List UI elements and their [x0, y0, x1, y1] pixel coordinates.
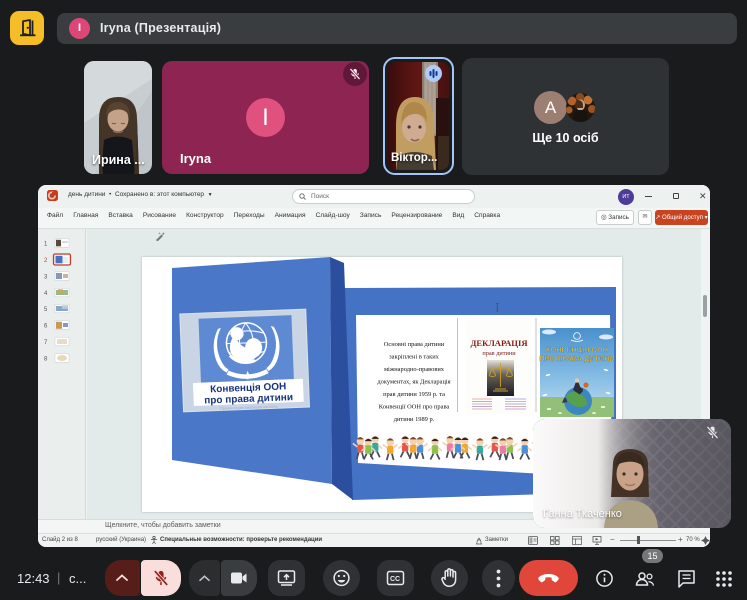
svg-text:міжнародно-правових: міжнародно-правових [384, 366, 445, 373]
svg-text:ПРО ПРАВА ДИТИНИ: ПРО ПРАВА ДИТИНИ [539, 354, 614, 363]
svg-text:ДЕКЛАРАЦІЯ: ДЕКЛАРАЦІЯ [470, 338, 528, 348]
svg-text:4: 4 [44, 291, 48, 297]
svg-text:прав дитини 1959 р. та: прав дитини 1959 р. та [383, 391, 445, 398]
svg-text:7: 7 [44, 340, 48, 346]
svg-text:2: 2 [44, 258, 48, 264]
svg-text:6: 6 [44, 324, 48, 330]
svg-text:прав дитини: прав дитини [482, 350, 516, 357]
svg-text:CC: CC [390, 576, 400, 583]
svg-text:закріплені в таких: закріплені в таких [389, 354, 440, 361]
svg-text:3: 3 [44, 275, 48, 281]
svg-text:8: 8 [44, 357, 48, 363]
svg-text:5: 5 [44, 307, 48, 313]
svg-text:1: 1 [44, 242, 48, 248]
svg-text:документах, як Декларація: документах, як Декларація [377, 379, 450, 386]
svg-text:дитини 1989 р.: дитини 1989 р. [394, 416, 435, 423]
svg-text:Основні права дитини: Основні права дитини [384, 341, 445, 348]
svg-text:Конвенції ООН про права: Конвенції ООН про права [379, 404, 450, 411]
svg-text:КОНВЕНЦІЯ ООН: КОНВЕНЦІЯ ООН [546, 345, 608, 354]
